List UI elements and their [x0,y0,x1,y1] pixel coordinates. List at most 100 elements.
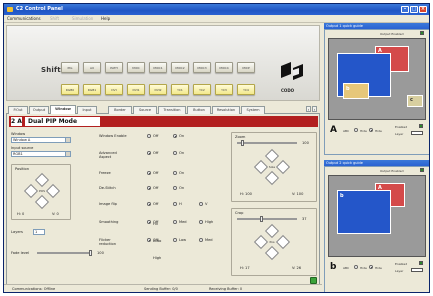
input-source-select[interactable]: RGB1 [11,151,71,157]
apply-icon[interactable] [310,277,317,284]
zoom-slider[interactable] [237,140,297,146]
zoom-center: Size [268,165,276,169]
arrow-right-icon[interactable] [45,183,61,199]
arrow-up-icon[interactable] [34,172,50,188]
guide1-radio-1[interactable] [354,128,358,132]
tab-pout[interactable]: P.Out [8,106,28,114]
guide2-layer-spinner[interactable] [411,268,423,272]
flicker-reduction-radio-low[interactable] [173,238,177,242]
advanced-aspect-radio-on[interactable] [173,151,177,155]
image-flip-radio-off[interactable] [147,202,151,206]
menu-communications[interactable]: Communications [7,16,41,22]
smoothing-radio-med[interactable] [173,220,177,224]
key-yc3[interactable]: YC3 [215,84,233,95]
key-mixc[interactable]: MIXC [127,62,145,73]
key-path[interactable]: PATH [105,62,123,73]
position-joystick[interactable]: POS [23,172,61,210]
crop-slider[interactable] [237,216,297,222]
tab-output[interactable]: Output [29,106,49,114]
guide2-radio-2-label: Hide [375,266,382,270]
window-enable-radio-on[interactable] [173,134,177,138]
guide2-enabled-checkbox[interactable] [419,261,423,265]
freeze-radio-off[interactable] [147,171,151,175]
layers-spinner[interactable]: 1 [33,229,45,235]
guide1-radio-2[interactable] [369,128,373,132]
key-mixc3[interactable]: MIXC3 [193,62,211,73]
key-rgb0[interactable]: RGB0 [61,84,79,95]
guide1-enabled-checkbox[interactable] [419,124,423,128]
zoom-label: Zoom [235,135,246,139]
key-yc2[interactable]: YC2 [193,84,211,95]
crop-label: Crop [235,211,244,215]
guide2-window-b[interactable]: b [337,190,391,234]
minimize-button[interactable]: – [401,6,409,13]
smoothing-radio-high[interactable] [199,220,203,224]
crop-slider-thumb[interactable] [260,216,263,222]
arrow-down-icon[interactable] [264,170,280,186]
tab-input[interactable]: Input [77,106,97,114]
key-yc1[interactable]: YC1 [171,84,189,95]
key-mixc1[interactable]: MIXC1 [149,62,167,73]
window-label: Window [11,132,26,136]
tab-source[interactable]: Source [133,106,157,114]
crop-joystick[interactable]: Pos [253,223,291,261]
guide1-window-b-small[interactable]: b [343,83,369,99]
key-pig[interactable]: PIG [61,62,79,73]
guide1-window-c[interactable]: c [407,95,423,107]
guide1-output-enabled-checkbox[interactable] [420,31,424,35]
arrow-right-icon[interactable] [275,234,291,250]
key-dvi1[interactable]: DVI1 [127,84,145,95]
arrow-down-icon[interactable] [34,194,50,210]
zoom-group: Zoom 100 Size H: 100 V: 100 [231,132,317,202]
arrow-down-icon[interactable] [264,245,280,261]
advanced-aspect-radio-off[interactable] [147,151,151,155]
guide1-subtitle: Output Enabled [380,32,404,36]
arrow-left-icon[interactable] [253,234,269,250]
tab-transition[interactable]: Transition [158,106,186,114]
tab-border[interactable]: Border [108,106,132,114]
menu-simulation[interactable]: Simulation [72,16,93,22]
key-rgb1[interactable]: RGB1 [83,84,101,95]
key-mixc2[interactable]: MIXC2 [171,62,189,73]
smoothing-radio-off[interactable] [147,220,151,224]
guide2-radio-1[interactable] [354,265,358,269]
key-dvi[interactable]: DVI [105,84,123,95]
fade-level-slider[interactable] [37,250,92,256]
flicker-reduction-radio-off[interactable] [147,238,151,242]
close-button[interactable]: × [419,6,427,13]
key-a0[interactable]: A0 [83,62,101,73]
key-mixp[interactable]: MIXP [237,62,255,73]
zoom-slider-thumb[interactable] [241,140,244,146]
arrow-right-icon[interactable] [275,159,291,175]
tab-resolution[interactable]: Resolution [212,106,240,114]
tab-button[interactable]: Button [187,106,211,114]
key-dvi2[interactable]: DVI2 [149,84,167,95]
arrow-left-icon[interactable] [253,159,269,175]
chevron-right-icon[interactable]: › [312,106,317,112]
key-yc4[interactable]: YC4 [237,84,255,95]
guide1-layer-spinner[interactable] [411,131,423,135]
flicker-reduction-radio-med[interactable] [199,238,203,242]
image-flip-radio-v[interactable] [199,202,203,206]
guide2-letter: b [330,262,337,272]
app-icon [7,7,13,12]
arrow-left-icon[interactable] [23,183,39,199]
chevron-left-icon[interactable]: ‹ [306,106,311,112]
window-select[interactable]: Window A [11,137,71,143]
menu-shift[interactable]: Shift [50,16,59,22]
key-mixc4[interactable]: MIXC4 [215,62,233,73]
de-stitch-radio-on[interactable] [173,186,177,190]
window-enable-radio-off[interactable] [147,134,151,138]
freeze-radio-on[interactable] [173,171,177,175]
arrow-up-icon[interactable] [264,223,280,239]
fade-slider-thumb[interactable] [89,250,92,256]
guide2-radio-2[interactable] [369,265,373,269]
arrow-up-icon[interactable] [264,148,280,164]
zoom-joystick[interactable]: Size [253,148,291,186]
tab-system[interactable]: System [241,106,265,114]
menu-help[interactable]: Help [101,16,110,22]
image-flip-radio-h[interactable] [173,202,177,206]
de-stitch-radio-off[interactable] [147,186,151,190]
guide2-output-enabled-checkbox[interactable] [420,168,424,172]
maximize-button[interactable]: □ [410,6,418,13]
